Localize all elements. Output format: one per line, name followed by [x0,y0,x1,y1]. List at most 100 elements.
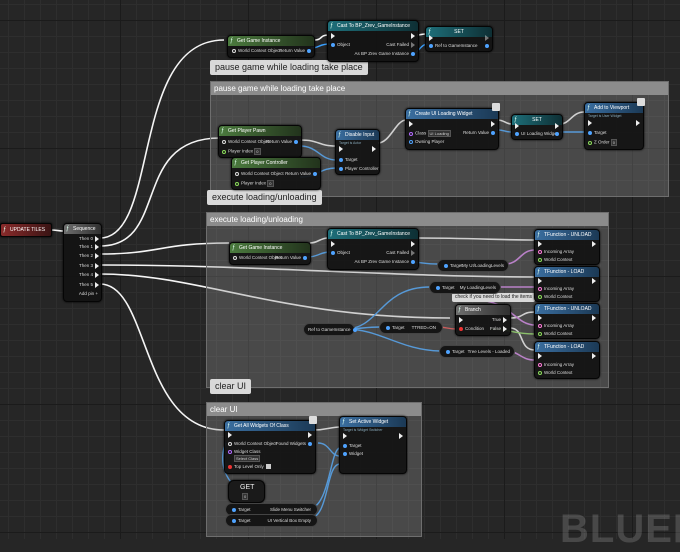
exec-pin-icon [592,241,596,247]
player-index-field[interactable]: 0 [267,180,274,187]
exec-pin-icon [95,263,99,269]
collapse-arrow-icon[interactable] [492,103,500,111]
pin-icon [235,171,239,176]
exec-pin-icon [399,433,403,439]
exec-pin-icon [592,278,596,284]
pin-icon [307,48,311,53]
tfunction-unload-node-2[interactable]: TFunction - UNLOAD Incoming Array World … [534,303,600,339]
set-active-widget-node[interactable]: Set Active Widget Target is Widget Switc… [339,416,407,474]
get-game-instance-node-2[interactable]: Get Game Instance World Context Object R… [229,242,311,265]
get-variable-tree-levels-loaded[interactable]: Target Tree Levels - Loaded [439,345,515,358]
comment-bubble-branch-note[interactable]: check if you need to load the items [452,293,535,302]
node-header: Get Player Controller [232,158,320,168]
exec-pin-icon [503,317,507,323]
node-header: Get Game Instance [230,243,310,253]
exec-pin-icon [538,353,542,359]
collapse-arrow-icon[interactable] [309,416,317,424]
ref-to-gameinstance-getter[interactable]: Ref to GameInstance [303,323,357,336]
exec-pin-icon [331,241,335,247]
cast-to-gameinstance-node[interactable]: Cast To BP_Zrev_GameInstance Object Cast… [327,20,419,62]
exec-pin-icon [555,123,559,129]
node-header: TFunction - LOAD [535,267,599,277]
set-ui-loading-widget-node[interactable]: SET UI Loading Widget [511,114,563,140]
pin-icon [436,285,440,290]
exec-pin-icon [538,241,542,247]
get-variable-ui-loading-levels[interactable]: Target My UI/LoadingLevels [437,259,509,272]
sequence-then-3[interactable]: Then 3 [79,263,101,269]
exec-pin-icon [636,120,640,126]
get-player-controller-node[interactable]: Get Player Controller World Context Obje… [231,157,321,190]
add-pin-button[interactable]: Add pin + [79,291,98,297]
get-index-field[interactable]: 0 [242,493,249,500]
player-index-field[interactable]: 0 [254,148,261,155]
event-update-tiles-node[interactable]: UPDATE TILES [0,223,52,237]
pin-icon [339,166,343,171]
class-select[interactable]: UI Loading [427,130,451,137]
widget-class-select[interactable]: Select Class [234,455,261,462]
comment-bubble-pause[interactable]: pause game while loading take place [210,60,368,75]
pin-icon [331,250,335,255]
sequence-then-0[interactable]: Then 0 [79,236,101,242]
pin-icon [588,140,592,145]
sequence-node[interactable]: Sequence Then 0 Then 1 Then 2 Then 3 The… [63,223,102,302]
exec-pin-icon [485,35,489,41]
sequence-then-2[interactable]: Then 2 [79,253,101,259]
pin-icon [444,263,448,268]
pin-icon [222,139,226,144]
exec-pin-icon [372,146,376,152]
cast-to-gameinstance-node-2[interactable]: Cast To BP_Zrev_GameInstance Object Cast… [327,228,419,270]
add-to-viewport-node[interactable]: Add to Viewport Target is User Widget Ta… [584,102,644,150]
tfunction-load-node-1[interactable]: TFunction - LOAD Incoming Array World Co… [534,266,600,302]
exec-pin-icon [228,432,232,438]
pin-icon [588,130,592,135]
top-level-only-checkbox[interactable] [265,464,271,470]
blueprint-graph-canvas[interactable]: pause game while loading take place exec… [0,0,680,551]
exec-pin-icon [308,432,312,438]
sequence-then-1[interactable]: Then 1 [79,244,101,250]
set-gameinstance-node[interactable]: SET Ref to GameInstance [425,26,493,52]
tfunction-load-node-2[interactable]: TFunction - LOAD Incoming Array World Co… [534,341,600,379]
exec-pin-icon [411,241,415,247]
get-variable-loading-levels[interactable]: Target My LoadingLevels [429,281,501,294]
node-header: Cast To BP_Zrev_GameInstance [328,21,418,31]
create-ui-loading-widget-node[interactable]: Create UI Loading Widget Class UI Loadin… [405,108,499,150]
pin-icon [339,157,343,162]
pin-icon [386,325,390,330]
exec-pin-icon [503,326,507,332]
comment-bubble-execute[interactable]: execute loading/unloading [207,190,322,205]
get-player-pawn-node[interactable]: Get Player Pawn World Context Object Ret… [218,125,302,158]
exec-pin-icon [95,244,99,250]
pin-icon [446,349,450,354]
exec-pin-icon [429,35,433,41]
pin-icon [411,51,415,56]
tfunction-unload-node-1[interactable]: TFunction - UNLOAD Incoming Array World … [534,229,600,265]
sequence-then-4[interactable]: Then 4 [79,272,101,278]
pin-icon [538,362,542,367]
pin-icon [538,294,542,299]
pin-icon [538,286,542,291]
comment-bubble-clear[interactable]: clear UI [210,379,252,394]
get-all-widgets-of-class-node[interactable]: Get All Widgets Of Class World Context O… [224,420,316,474]
get-variable-ttred[interactable]: Target TTRED=ON [379,321,443,334]
get-game-instance-node[interactable]: Get Game Instance World Context Object R… [227,35,315,58]
z-order-field[interactable]: 0 [610,139,618,146]
node-header: Set Active Widget [340,417,406,427]
sequence-then-5[interactable]: Then 5 [79,282,101,288]
exec-pin-icon [588,120,592,126]
disable-input-node[interactable]: Disable Input Target is Actor Target Pla… [335,129,380,175]
node-header: Get All Widgets Of Class [225,421,315,431]
get-variable-ui-vertical-box-empty[interactable]: Target UI Vertical Box Empty [225,514,318,527]
exec-pin-icon [411,250,415,256]
node-header: Get Player Pawn [219,126,301,136]
pin-icon [538,370,542,375]
array-get-node[interactable]: GET 0 [228,480,265,503]
pin-icon [235,181,239,186]
comment-title: pause game while loading take place [211,82,668,95]
node-header: Cast To BP_Zrev_GameInstance [328,229,418,239]
node-header: Add to Viewport [585,103,643,113]
collapse-arrow-icon[interactable] [637,98,645,106]
branch-node[interactable]: Branch True Condition False [455,304,511,336]
node-header: Get Game Instance [228,36,314,46]
get-label: GET [240,484,255,491]
exec-pin-icon [411,42,415,48]
